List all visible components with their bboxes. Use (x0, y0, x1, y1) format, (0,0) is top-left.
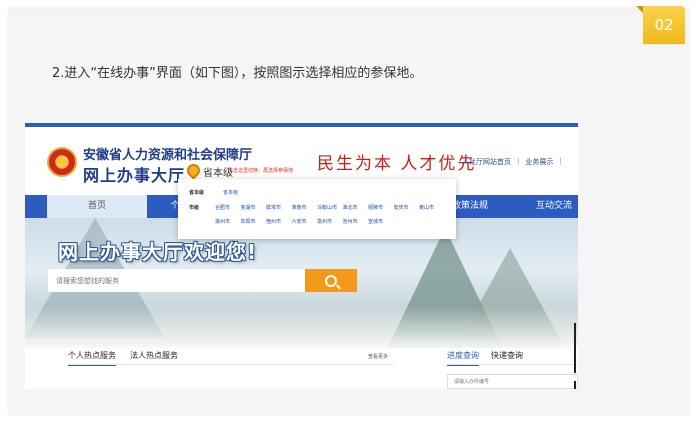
welcome-heading: 网上办事大厅欢迎您! (58, 240, 258, 264)
location-pin-icon[interactable] (184, 161, 203, 180)
website-screenshot: 安徽省人力资源和社会保障厅 网上办事大厅 省本级 点击这里切换：再选择参保地 民… (25, 123, 578, 389)
city-option[interactable]: 滁州市 (215, 218, 241, 225)
mist-overlay (25, 306, 578, 348)
city-option[interactable]: 黄山市 (419, 204, 445, 211)
location-hint: 点击这里切换：再选择参保地 (228, 168, 294, 174)
city-option[interactable]: 淮南市 (292, 204, 318, 211)
search-icon (325, 274, 337, 287)
city-option[interactable]: 宣城市 (368, 218, 394, 225)
link-business-display[interactable]: 业务展示 (525, 157, 553, 167)
search-button[interactable] (305, 269, 357, 292)
instruction-text: 2.进入“在线办事”界面（如下图），按照图示选择相应的参保地。 (52, 66, 423, 81)
step-badge: 02 (636, 6, 685, 44)
popup-province-label: 省本级 (189, 190, 205, 196)
divider (447, 364, 578, 365)
national-emblem-icon (47, 147, 77, 177)
popup-province-option[interactable]: 省本级 (223, 189, 238, 196)
city-option[interactable]: 芜湖市 (241, 204, 267, 211)
link-separator: | (559, 157, 562, 165)
city-option[interactable]: 宿州市 (266, 218, 292, 225)
scrollbar[interactable] (574, 323, 576, 373)
city-option[interactable]: 六安市 (292, 218, 318, 225)
divider (68, 364, 394, 365)
city-option[interactable]: 蚌埠市 (266, 204, 292, 211)
city-option[interactable]: 淮北市 (343, 204, 369, 211)
city-option[interactable]: 池州市 (343, 218, 369, 225)
view-more-link[interactable]: 查看更多 (368, 353, 388, 360)
top-accent-line (25, 123, 578, 127)
link-portal-home[interactable]: 人社厅网站首页 (462, 157, 511, 167)
scrollbar-segment (574, 381, 576, 389)
city-option[interactable]: 亳州市 (317, 218, 343, 225)
city-option[interactable]: 合肥市 (215, 204, 241, 211)
city-option[interactable]: 安庆市 (394, 204, 420, 211)
popup-city-label: 市级 (189, 205, 200, 211)
nav-home[interactable]: 首页 (47, 195, 147, 218)
city-option[interactable]: 铜陵市 (368, 204, 394, 211)
popup-city-list: 合肥市 芜湖市 蚌埠市 淮南市 马鞍山市 淮北市 铜陵市 安庆市 黄山市 滁州市… (215, 204, 445, 225)
top-links: 人社厅网站首页 | 业务展示 | (462, 157, 562, 167)
link-separator: | (517, 157, 520, 165)
service-search-input[interactable] (48, 269, 328, 292)
location-popup: 省本级 省本级 市级 合肥市 芜湖市 蚌埠市 淮南市 马鞍山市 淮北市 铜陵市 … (178, 179, 456, 239)
order-number-input[interactable] (447, 374, 578, 389)
city-option[interactable]: 阜阳市 (241, 218, 267, 225)
site-title: 网上办事大厅 (83, 166, 186, 185)
city-option[interactable]: 马鞍山市 (317, 204, 343, 211)
nav-interact[interactable]: 互动交流 (530, 195, 578, 218)
slogan: 民生为本 人才优先 (317, 154, 477, 174)
org-name: 安徽省人力资源和社会保障厅 (83, 148, 253, 163)
